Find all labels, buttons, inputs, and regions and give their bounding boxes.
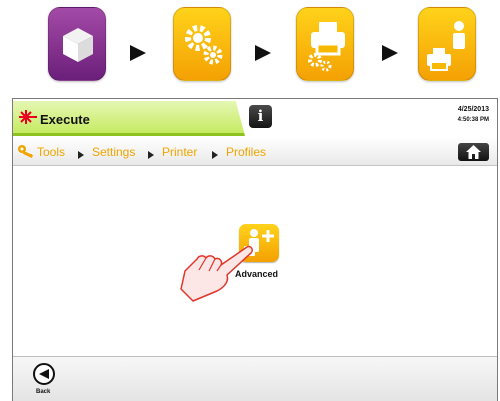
laser-burst-icon: [19, 110, 37, 124]
home-icon: [466, 145, 481, 159]
breadcrumb: Tools Settings Printer Profiles: [13, 137, 497, 166]
breadcrumb-item-tools[interactable]: Tools: [37, 145, 65, 159]
printer-gears-icon: [296, 7, 354, 81]
breadcrumb-item-settings[interactable]: Settings: [92, 145, 135, 159]
sequence-arrow-icon: [130, 45, 146, 61]
breadcrumb-arrow-icon: [78, 151, 84, 159]
breadcrumb-item-profiles[interactable]: Profiles: [226, 145, 266, 159]
breadcrumb-arrow-icon: [148, 151, 154, 159]
navigation-sequence: [0, 0, 500, 90]
mode-tab[interactable]: Execute: [13, 101, 245, 136]
printer-user-icon: [418, 7, 476, 81]
home-button[interactable]: [458, 143, 489, 161]
mode-label: Execute: [40, 112, 90, 127]
back-button[interactable]: [33, 363, 55, 385]
status-bar: Execute i 4/25/2013 4:50:38 PM: [13, 99, 497, 137]
cube-icon: [48, 7, 106, 81]
pointing-hand-icon: [180, 245, 253, 302]
breadcrumb-item-printer[interactable]: Printer: [162, 145, 197, 159]
sequence-arrow-icon: [382, 45, 398, 61]
key-icon: [18, 145, 34, 158]
info-button[interactable]: i: [249, 105, 272, 128]
time-label: 4:50:38 PM: [457, 117, 489, 123]
back-label: Back: [36, 389, 51, 395]
main-content: Advanced: [13, 166, 497, 356]
gears-icon: [173, 7, 231, 81]
date-label: 4/25/2013: [457, 106, 489, 113]
device-screen: Execute i 4/25/2013 4:50:38 PM Tools Set…: [12, 98, 498, 401]
sequence-arrow-icon: [255, 45, 271, 61]
breadcrumb-arrow-icon: [212, 151, 218, 159]
bottom-bar: Back: [13, 356, 497, 401]
back-arrow-icon: [39, 369, 49, 379]
